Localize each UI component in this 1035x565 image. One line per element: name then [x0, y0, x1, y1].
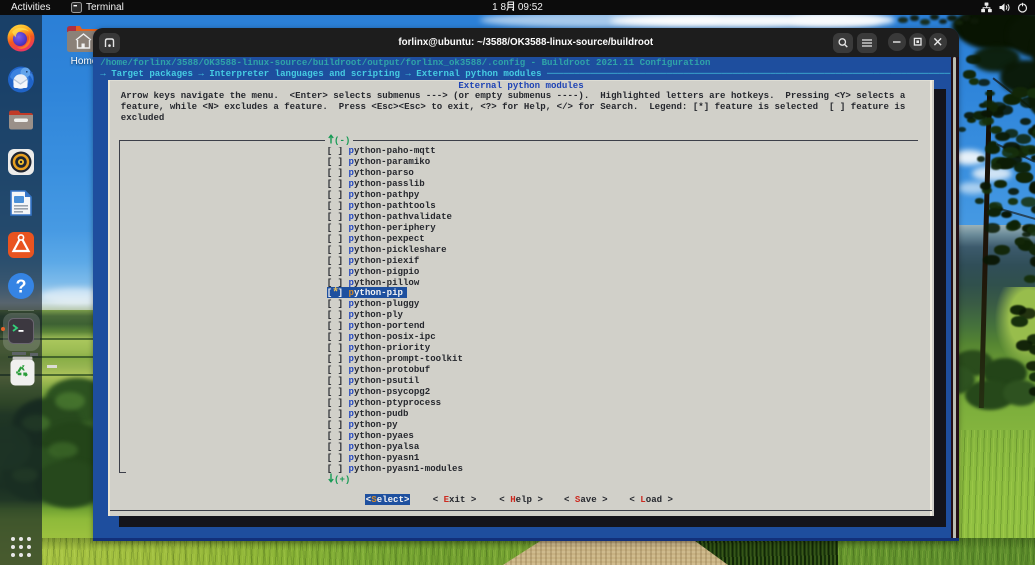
svg-text:?: ?	[16, 277, 27, 297]
